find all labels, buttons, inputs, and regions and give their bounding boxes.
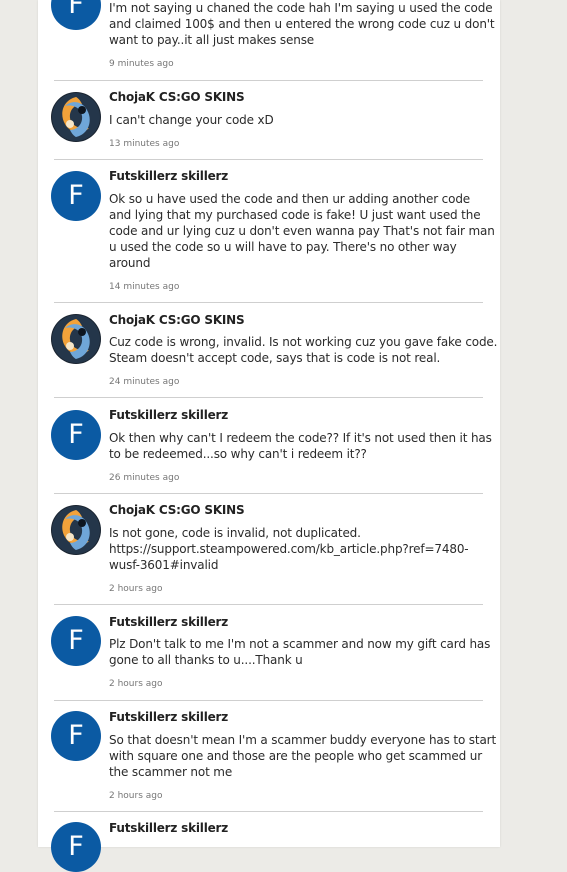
avatar-image-icon (51, 505, 101, 555)
comment-author[interactable]: ChojaK CS:GO SKINS (109, 503, 245, 517)
support-link[interactable]: https://support.steampowered.com/kb_arti… (109, 541, 469, 557)
divider (54, 80, 483, 81)
comment-timestamp[interactable]: 13 minutes ago (109, 139, 179, 149)
comment-timestamp[interactable]: 2 hours ago (109, 791, 163, 801)
divider (54, 700, 483, 701)
avatar[interactable]: F (51, 410, 101, 460)
comment-timestamp[interactable]: 24 minutes ago (109, 377, 179, 387)
comment-text: Ok then why can't I redeem the code?? If… (109, 431, 492, 461)
comment-text: I'm not saying u chaned the code hah I'm… (109, 1, 495, 47)
avatar-image-icon (51, 92, 101, 142)
avatar[interactable]: F (51, 711, 101, 761)
divider (54, 811, 483, 812)
comment-author[interactable]: Futskillerz skillerz (109, 169, 228, 183)
comment-author[interactable]: ChojaK CS:GO SKINS (109, 90, 245, 104)
avatar[interactable]: F (51, 822, 101, 872)
comment-timestamp[interactable]: 14 minutes ago (109, 282, 179, 292)
comment-timestamp[interactable]: 9 minutes ago (109, 59, 174, 69)
avatar[interactable]: F (51, 0, 101, 30)
comment-author[interactable]: Futskillerz skillerz (109, 821, 228, 835)
comment-text: Cuz code is wrong, invalid. Is not worki… (109, 335, 498, 365)
comment-author[interactable]: Futskillerz skillerz (109, 710, 228, 724)
comment-author[interactable]: ChojaK CS:GO SKINS (109, 313, 245, 327)
divider (54, 159, 483, 160)
comment-timestamp[interactable]: 2 hours ago (109, 584, 163, 594)
divider (54, 493, 483, 494)
comment-text: Is not gone, code is invalid, not duplic… (109, 526, 469, 572)
comment-timestamp[interactable]: 26 minutes ago (109, 473, 179, 483)
comment-text: Ok so u have used the code and then ur a… (109, 192, 495, 270)
avatar[interactable] (51, 314, 101, 364)
comment-author[interactable]: Futskillerz skillerz (109, 615, 228, 629)
comment-timestamp[interactable]: 2 hours ago (109, 679, 163, 689)
avatar[interactable]: F (51, 171, 101, 221)
comments-panel: F I'm not saying u chaned the code hah I… (38, 0, 500, 872)
comment-text: So that doesn't mean I'm a scammer buddy… (109, 733, 496, 779)
avatar-image-icon (51, 314, 101, 364)
divider (54, 604, 483, 605)
comment-text: Plz Don't talk to me I'm not a scammer a… (109, 637, 491, 667)
divider (54, 397, 483, 398)
comment-author[interactable]: Futskillerz skillerz (109, 408, 228, 422)
avatar[interactable]: F (51, 616, 101, 666)
avatar[interactable] (51, 92, 101, 142)
avatar[interactable] (51, 505, 101, 555)
divider (54, 302, 483, 303)
comment-text: I can't change your code xD (109, 113, 274, 127)
